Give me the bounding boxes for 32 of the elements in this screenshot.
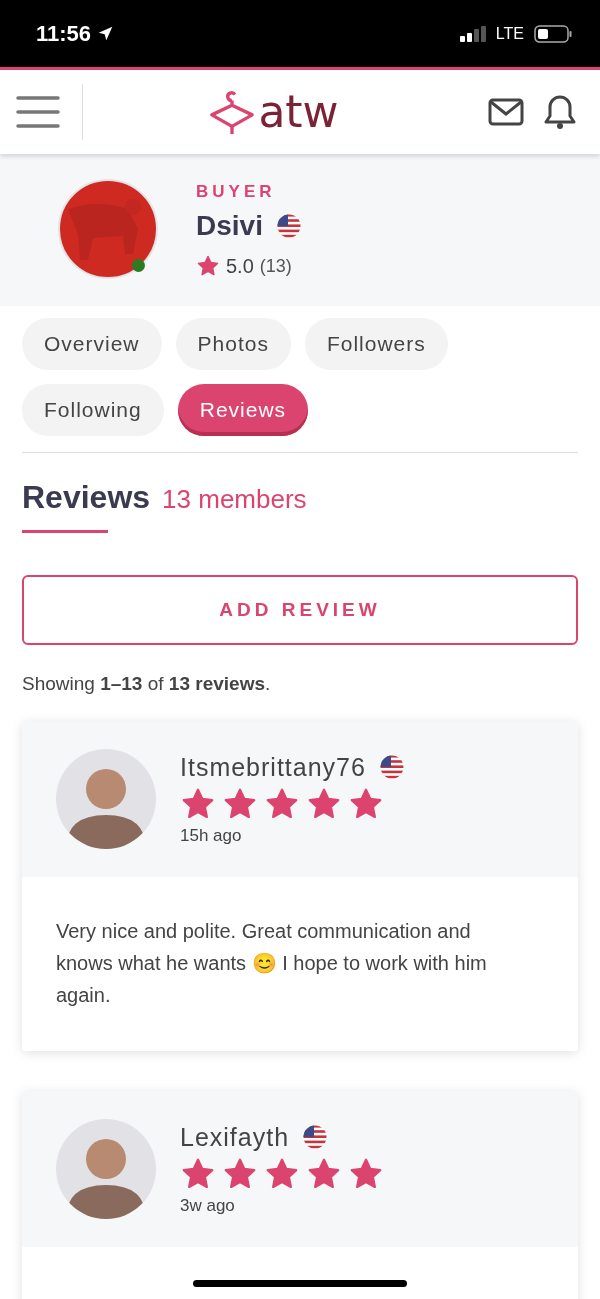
- status-time: 11:56: [36, 20, 92, 47]
- profile-tab[interactable]: Followers: [304, 318, 448, 370]
- signal-icon: [459, 25, 486, 42]
- rating-value: 5.0: [226, 254, 254, 278]
- rating-count: (13): [259, 255, 292, 277]
- review-time: 3w ago: [180, 1195, 236, 1216]
- hanger-icon: [208, 88, 257, 136]
- network-label: LTE: [495, 24, 524, 43]
- review-text: Very nice and polite. Great communication and knows what he wants 😊 I hope to work with him again.: [56, 919, 488, 1008]
- section-title: Reviews: [22, 479, 151, 516]
- star-icon: [196, 254, 220, 278]
- flag-icon: [379, 755, 404, 779]
- add-review-button[interactable]: ADD REVIEW: [22, 575, 578, 645]
- reviewer-name[interactable]: Itsmebrittany76: [180, 752, 366, 782]
- flag-icon: [303, 1125, 328, 1149]
- profile-tab[interactable]: Photos: [175, 318, 291, 370]
- member-count: 13 members: [162, 484, 307, 515]
- flag-icon: [276, 214, 301, 238]
- mail-icon[interactable]: [488, 98, 524, 126]
- review-time: 15h ago: [180, 825, 243, 846]
- reviewer-name[interactable]: Lexifayth: [180, 1122, 290, 1152]
- site-logo[interactable]: atw: [258, 90, 339, 134]
- menu-icon[interactable]: [16, 95, 60, 129]
- profile-tab[interactable]: Overview: [22, 318, 162, 370]
- bell-icon[interactable]: [544, 94, 576, 130]
- role-label: BUYER: [196, 182, 277, 202]
- profile-tab[interactable]: Reviews: [177, 384, 309, 436]
- battery-icon: [534, 24, 572, 43]
- profile-tab[interactable]: Following: [22, 384, 164, 436]
- results-summary: Showing 1–13 of 13 reviews.: [22, 673, 272, 695]
- profile-name: Dsivi: [196, 210, 263, 242]
- location-arrow-icon: [97, 25, 115, 42]
